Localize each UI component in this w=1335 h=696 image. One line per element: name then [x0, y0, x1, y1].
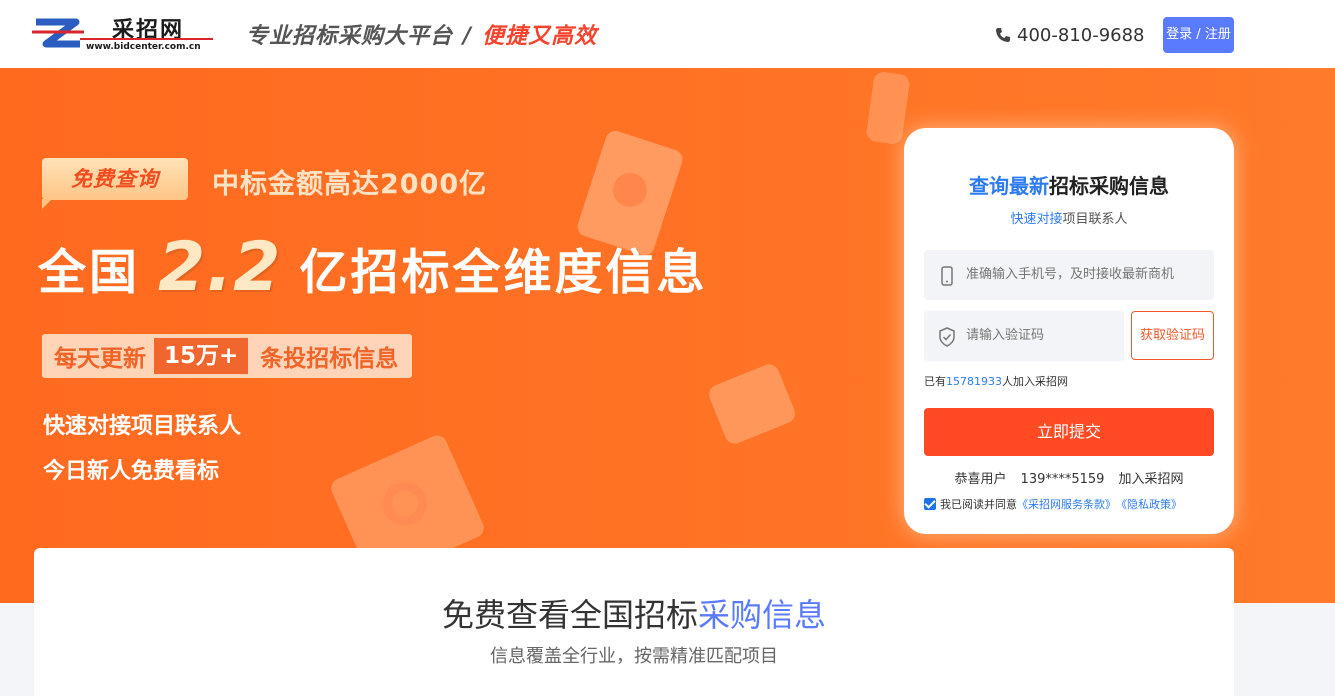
- form-title-rest: 招标采购信息: [1049, 174, 1169, 198]
- headline-suffix: 亿招标全维度信息: [299, 244, 708, 301]
- feature-free-view: 今日新人免费看标: [43, 459, 220, 484]
- hero-headline: 全国 2.2 亿招标全维度信息: [38, 228, 708, 307]
- congrats-prefix: 恭喜用户: [954, 472, 1007, 487]
- info-section: 免费查看全国招标采购信息 信息覆盖全行业，按需精准匹配项目: [34, 548, 1234, 696]
- joined-prefix: 已有: [924, 375, 946, 388]
- daily-count: 15万+: [154, 338, 249, 374]
- congrats-user: 139****5159: [1020, 472, 1105, 487]
- hotline: 400-810-9688: [995, 25, 1145, 46]
- congrats-ticker: 恭喜用户 139****5159 加入采招网: [904, 468, 1234, 487]
- agreement-row: 我已阅读并同意 《采招网服务条款》 《隐私政策》: [924, 496, 1182, 512]
- joined-suffix: 人加入采招网: [1002, 375, 1068, 388]
- phone-icon: [996, 28, 1010, 42]
- agree-checkbox[interactable]: [924, 498, 936, 510]
- congrats-suffix: 加入采招网: [1118, 472, 1184, 487]
- site-header: 采招网 www.bidcenter.com.cn 专业招标采购大平台 / 便捷又高效…: [0, 0, 1335, 68]
- form-title: 查询最新招标采购信息: [904, 170, 1234, 199]
- section-title-highlight: 采购信息: [698, 596, 827, 634]
- verification-code-field[interactable]: [924, 311, 1124, 361]
- donut-chart-icon: [375, 474, 435, 533]
- get-code-button[interactable]: 获取验证码: [1131, 311, 1214, 360]
- phone-input[interactable]: [966, 250, 1206, 300]
- form-subtitle-highlight: 快速对接: [1010, 212, 1063, 227]
- section-title-prefix: 免费查看全国招标: [441, 596, 698, 634]
- terms-link[interactable]: 《采招网服务条款》: [1017, 496, 1116, 512]
- headline-prefix: 全国: [38, 244, 141, 301]
- daily-prefix: 每天更新: [54, 346, 146, 372]
- headline-number: 2.2: [158, 228, 282, 307]
- slogan-accent: 便捷又高效: [482, 24, 598, 49]
- slogan-separator: /: [463, 24, 473, 49]
- query-form-card: 查询最新招标采购信息 快速对接项目联系人 获取验证码 已有15781933人加入…: [904, 128, 1234, 534]
- daily-suffix: 条投招标信息: [260, 346, 399, 372]
- form-subtitle: 快速对接项目联系人: [904, 208, 1234, 227]
- logo-divider: [80, 38, 213, 40]
- bidcenter-logo[interactable]: 采招网 www.bidcenter.com.cn: [32, 12, 217, 56]
- privacy-link[interactable]: 《隐私政策》: [1116, 496, 1182, 512]
- daily-update-badge: 每天更新 15万+ 条投招标信息: [42, 334, 413, 378]
- joined-count-text: 已有15781933人加入采招网: [924, 373, 1068, 389]
- document-decoration: [706, 361, 798, 447]
- logo-mark-icon: [32, 18, 84, 48]
- mobile-phone-icon: [941, 266, 953, 286]
- form-title-highlight: 查询最新: [969, 174, 1049, 198]
- phone-field[interactable]: [924, 250, 1214, 300]
- document-decoration: [865, 70, 911, 146]
- slogan-main: 专业招标采购大平台: [246, 24, 454, 49]
- login-register-button[interactable]: 登录 / 注册: [1163, 17, 1234, 53]
- feature-contact: 快速对接项目联系人: [43, 414, 242, 439]
- logo-url: www.bidcenter.com.cn: [86, 42, 201, 52]
- free-query-tag: 免费查询: [42, 158, 188, 209]
- form-subtitle-rest: 项目联系人: [1062, 212, 1128, 227]
- bid-amount-text: 中标金额高达2000亿: [212, 169, 488, 200]
- header-slogan: 专业招标采购大平台 / 便捷又高效: [246, 18, 597, 50]
- section-title: 免费查看全国招标采购信息: [34, 590, 1234, 636]
- pie-chart-icon: [608, 168, 652, 212]
- joined-count: 15781933: [946, 375, 1002, 388]
- shield-check-icon: [939, 327, 955, 347]
- hotline-number: 400-810-9688: [1017, 25, 1145, 46]
- section-subtitle: 信息覆盖全行业，按需精准匹配项目: [490, 646, 778, 667]
- submit-button[interactable]: 立即提交: [924, 408, 1214, 456]
- agree-prefix: 我已阅读并同意: [940, 498, 1017, 511]
- verification-code-input[interactable]: [966, 311, 1116, 361]
